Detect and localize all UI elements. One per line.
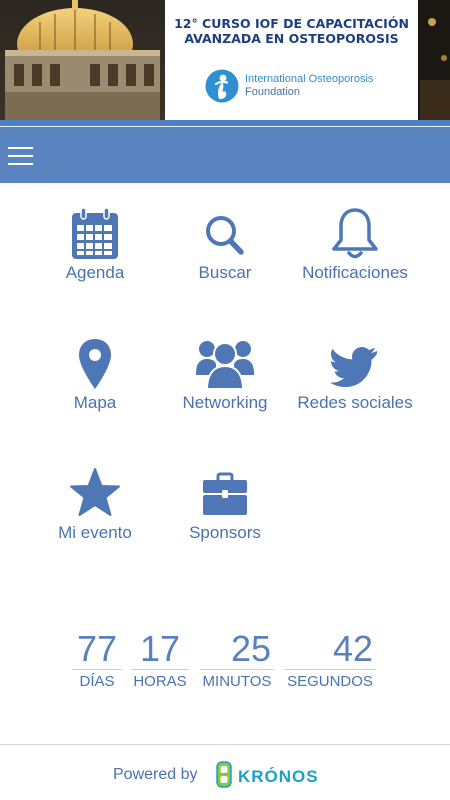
- menu-item-buscar[interactable]: Buscar: [155, 207, 295, 283]
- people-icon: [196, 341, 254, 390]
- menu-item-redes-sociales[interactable]: Redes sociales: [285, 337, 425, 413]
- search-icon: [206, 216, 244, 255]
- course-title: 12° CURSO IOF DE CAPACITACIÓN AVANZADA E…: [165, 16, 418, 46]
- countdown-minutes-value: 25: [230, 628, 271, 669]
- countdown-divider: [72, 669, 122, 670]
- countdown-days: 77 DÍAS: [72, 630, 122, 690]
- menu-item-mi-evento[interactable]: Mi evento: [25, 467, 165, 543]
- menu-item-label: Agenda: [65, 263, 125, 282]
- bell-icon: [332, 208, 378, 259]
- hamburger-menu-icon[interactable]: [8, 147, 34, 167]
- course-card: 12° CURSO IOF DE CAPACITACIÓN AVANZADA E…: [165, 0, 418, 120]
- countdown-days-value: 77: [76, 628, 118, 669]
- menu-item-label: Mi evento: [58, 523, 132, 542]
- briefcase-icon: [203, 472, 247, 515]
- menu-item-mapa[interactable]: Mapa: [25, 337, 165, 413]
- header-banner: 12° CURSO IOF DE CAPACITACIÓN AVANZADA E…: [0, 0, 450, 120]
- countdown-divider: [284, 669, 376, 670]
- map-pin-icon: [79, 339, 111, 389]
- footer: Powered by KRÓNOS: [0, 744, 450, 800]
- twitter-icon: [330, 347, 377, 387]
- organization-name-line1: International Osteoporosis: [245, 73, 374, 85]
- menu-item-label: Notificaciones: [302, 263, 408, 282]
- menu-item-label: Mapa: [73, 393, 117, 412]
- menu-item-label: Redes sociales: [297, 393, 413, 412]
- powered-by-text: Powered by: [113, 766, 198, 783]
- course-title-line2: AVANZADA EN OSTEOPOROSIS: [184, 31, 399, 46]
- countdown-seconds-label: SEGUNDOS: [287, 673, 373, 690]
- countdown-hours: 17 HORAS: [131, 630, 189, 690]
- countdown-hours-label: HORAS: [133, 673, 187, 690]
- kronos-logo-icon: [216, 761, 232, 788]
- calendar-icon: [72, 207, 118, 259]
- star-icon: [70, 468, 120, 516]
- navigation-bar: [0, 120, 450, 183]
- iof-logo-icon: [205, 69, 239, 103]
- menu-item-label: Sponsors: [189, 523, 261, 542]
- menu-item-label: Buscar: [198, 263, 252, 282]
- countdown-minutes: 25 MINUTOS: [200, 630, 274, 690]
- menu-item-label: Networking: [182, 393, 268, 412]
- course-title-line1: 12° CURSO IOF DE CAPACITACIÓN: [174, 16, 409, 31]
- countdown-days-label: DÍAS: [79, 673, 115, 690]
- countdown-hours-value: 17: [139, 628, 181, 669]
- menu-item-networking[interactable]: Networking: [155, 337, 295, 413]
- countdown-divider: [200, 669, 274, 670]
- countdown-seconds-value: 42: [332, 628, 373, 669]
- countdown-minutes-label: MINUTOS: [202, 673, 272, 690]
- kronos-brand[interactable]: KRÓNOS: [238, 767, 319, 787]
- countdown-divider: [131, 669, 189, 670]
- menu-item-sponsors[interactable]: Sponsors: [155, 467, 295, 543]
- menu-item-notificaciones[interactable]: Notificaciones: [285, 207, 425, 283]
- organization-name-line2: Foundation: [245, 86, 301, 98]
- organization-name: International Osteoporosis Foundation: [245, 73, 373, 99]
- countdown-seconds: 42 SEGUNDOS: [284, 630, 376, 690]
- menu-item-agenda[interactable]: Agenda: [25, 207, 165, 283]
